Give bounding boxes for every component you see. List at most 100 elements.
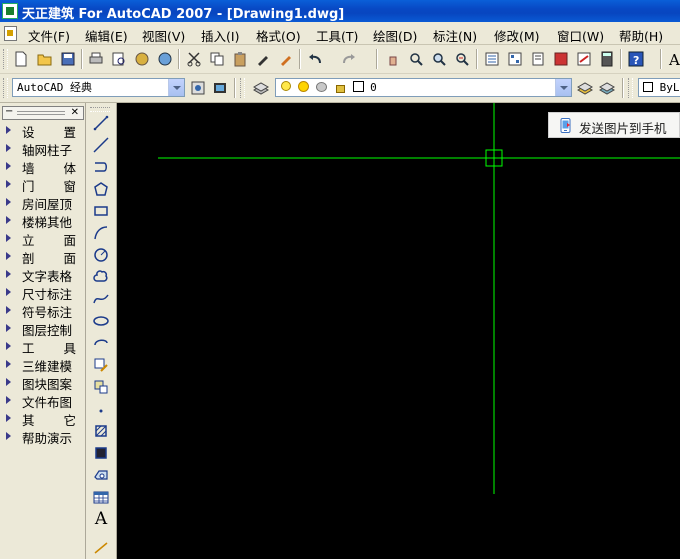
line-icon[interactable] [91, 113, 111, 133]
polygon-icon[interactable] [91, 179, 111, 199]
circle-icon[interactable] [91, 245, 111, 265]
paste-icon[interactable] [231, 50, 249, 68]
spline-icon[interactable] [91, 289, 111, 309]
cut-icon[interactable] [185, 50, 203, 68]
menu-tools[interactable]: 工具(T) [316, 26, 358, 45]
text-style-icon[interactable]: A [666, 50, 680, 68]
point-icon[interactable] [91, 399, 111, 419]
palette-item-layer-control[interactable]: 图层控制 [6, 319, 82, 338]
save-icon[interactable] [59, 50, 77, 68]
palette-item-section[interactable]: 剖面 [6, 247, 82, 266]
make-object-layer-current-icon[interactable] [576, 79, 594, 97]
workspace-select[interactable]: AutoCAD 经典 [12, 78, 185, 97]
toolbar-grip[interactable] [3, 78, 8, 98]
close-icon[interactable]: ✕ [71, 107, 79, 118]
menu-draw[interactable]: 绘图(D) [373, 26, 417, 45]
menu-file[interactable]: 文件(F) [28, 26, 70, 45]
menu-help[interactable]: 帮助(H) [619, 26, 663, 45]
3d-dwf-icon[interactable] [156, 50, 174, 68]
properties-icon[interactable] [483, 50, 501, 68]
rectangle-icon[interactable] [91, 201, 111, 221]
copy-icon[interactable] [208, 50, 226, 68]
palette-item-walls[interactable]: 墙体 [6, 157, 82, 176]
minimize-icon[interactable]: − [5, 107, 13, 117]
menu-view[interactable]: 视图(V) [142, 26, 185, 45]
layer-previous-icon[interactable] [598, 79, 616, 97]
make-block-icon[interactable] [91, 377, 111, 397]
sheet-set-icon[interactable] [552, 50, 570, 68]
drag-bar[interactable] [17, 111, 65, 115]
tool-palettes-icon[interactable] [529, 50, 547, 68]
palette-item-3d-modeling[interactable]: 三维建模 [6, 355, 82, 374]
polyline-icon[interactable] [91, 157, 111, 177]
palette-item-stairs-other[interactable]: 楼梯其他 [6, 211, 82, 230]
menu-format[interactable]: 格式(O) [256, 26, 301, 45]
plot-preview-icon[interactable] [110, 50, 128, 68]
chevron-down-icon[interactable] [555, 79, 571, 96]
send-to-phone-button[interactable]: 发送图片到手机 [548, 112, 680, 138]
match-properties-icon[interactable] [254, 50, 272, 68]
zoom-window-icon[interactable] [430, 50, 448, 68]
redo-icon[interactable] [340, 50, 358, 68]
menu-modify[interactable]: 修改(M) [494, 26, 540, 45]
menu-edit[interactable]: 编辑(E) [85, 26, 128, 45]
toolbar-grip[interactable] [3, 49, 8, 69]
ellipse-icon[interactable] [91, 311, 111, 331]
palette-item-text-tables[interactable]: 文字表格 [6, 265, 82, 284]
calculator-icon[interactable] [598, 50, 616, 68]
palette-item-doors-windows[interactable]: 门窗 [6, 175, 82, 194]
publish-icon[interactable] [133, 50, 151, 68]
undo-icon[interactable] [306, 50, 324, 68]
insert-block-icon[interactable] [91, 355, 111, 375]
arc-icon[interactable] [91, 223, 111, 243]
toolbar-grip[interactable] [90, 107, 110, 112]
gradient-icon[interactable] [91, 443, 111, 463]
palette-item-dimensions[interactable]: 尺寸标注 [6, 283, 82, 302]
menu-insert[interactable]: 插入(I) [201, 26, 239, 45]
help-icon[interactable]: ? [627, 50, 645, 68]
hatch-icon[interactable] [91, 421, 111, 441]
palette-item-tools[interactable]: 工具 [6, 337, 82, 356]
color-select[interactable]: ByLa [638, 78, 680, 97]
palette-item-help-demo[interactable]: 帮助演示 [6, 427, 82, 446]
workspace-settings-icon[interactable] [189, 79, 207, 97]
multiline-text-button[interactable]: A [91, 509, 111, 529]
markup-icon[interactable] [575, 50, 593, 68]
layer-select[interactable]: 0 [275, 78, 572, 97]
menu-dimension[interactable]: 标注(N) [433, 26, 477, 45]
pan-icon[interactable] [384, 50, 402, 68]
menu-window[interactable]: 窗口(W) [557, 26, 604, 45]
block-editor-icon[interactable] [277, 50, 295, 68]
palette-item-file-layout[interactable]: 文件布图 [6, 391, 82, 410]
region-icon[interactable] [91, 465, 111, 485]
open-icon[interactable] [36, 50, 54, 68]
palette-item-settings[interactable]: 设置 [6, 121, 82, 140]
palette-item-rooms-roofs[interactable]: 房间屋顶 [6, 193, 82, 212]
revision-cloud-icon[interactable] [91, 267, 111, 287]
table-icon[interactable] [91, 487, 111, 507]
drawing-canvas[interactable] [117, 103, 680, 559]
palette-item-elevation[interactable]: 立面 [6, 229, 82, 248]
construction-line-icon[interactable] [91, 135, 111, 155]
my-workspace-icon[interactable] [211, 79, 229, 97]
new-icon[interactable] [12, 50, 30, 68]
ellipse-arc-icon[interactable] [91, 333, 111, 353]
toolbar-grip[interactable] [628, 78, 633, 98]
palette-item-blocks-hatches[interactable]: 图块图案 [6, 373, 82, 392]
palette-item-other[interactable]: 其它 [6, 409, 82, 428]
toolbar-grip[interactable] [240, 78, 245, 98]
zoom-realtime-icon[interactable] [407, 50, 425, 68]
zoom-previous-icon[interactable] [453, 50, 471, 68]
multiline-text-label: A [94, 509, 108, 529]
palette-item-symbols[interactable]: 符号标注 [6, 301, 82, 320]
app-icon[interactable] [2, 3, 18, 19]
plot-icon[interactable] [87, 50, 105, 68]
palette-header[interactable]: − ✕ [2, 106, 84, 120]
chevron-down-icon[interactable] [168, 79, 184, 96]
title-bar[interactable]: 天正建筑 For AutoCAD 2007 - [Drawing1.dwg] [0, 0, 680, 22]
palette-item-axis-columns[interactable]: 轴网柱子 [6, 139, 82, 158]
layer-properties-icon[interactable] [252, 79, 270, 97]
design-center-icon[interactable] [506, 50, 524, 68]
line-style-icon[interactable] [91, 537, 111, 557]
document-icon[interactable] [2, 25, 18, 41]
